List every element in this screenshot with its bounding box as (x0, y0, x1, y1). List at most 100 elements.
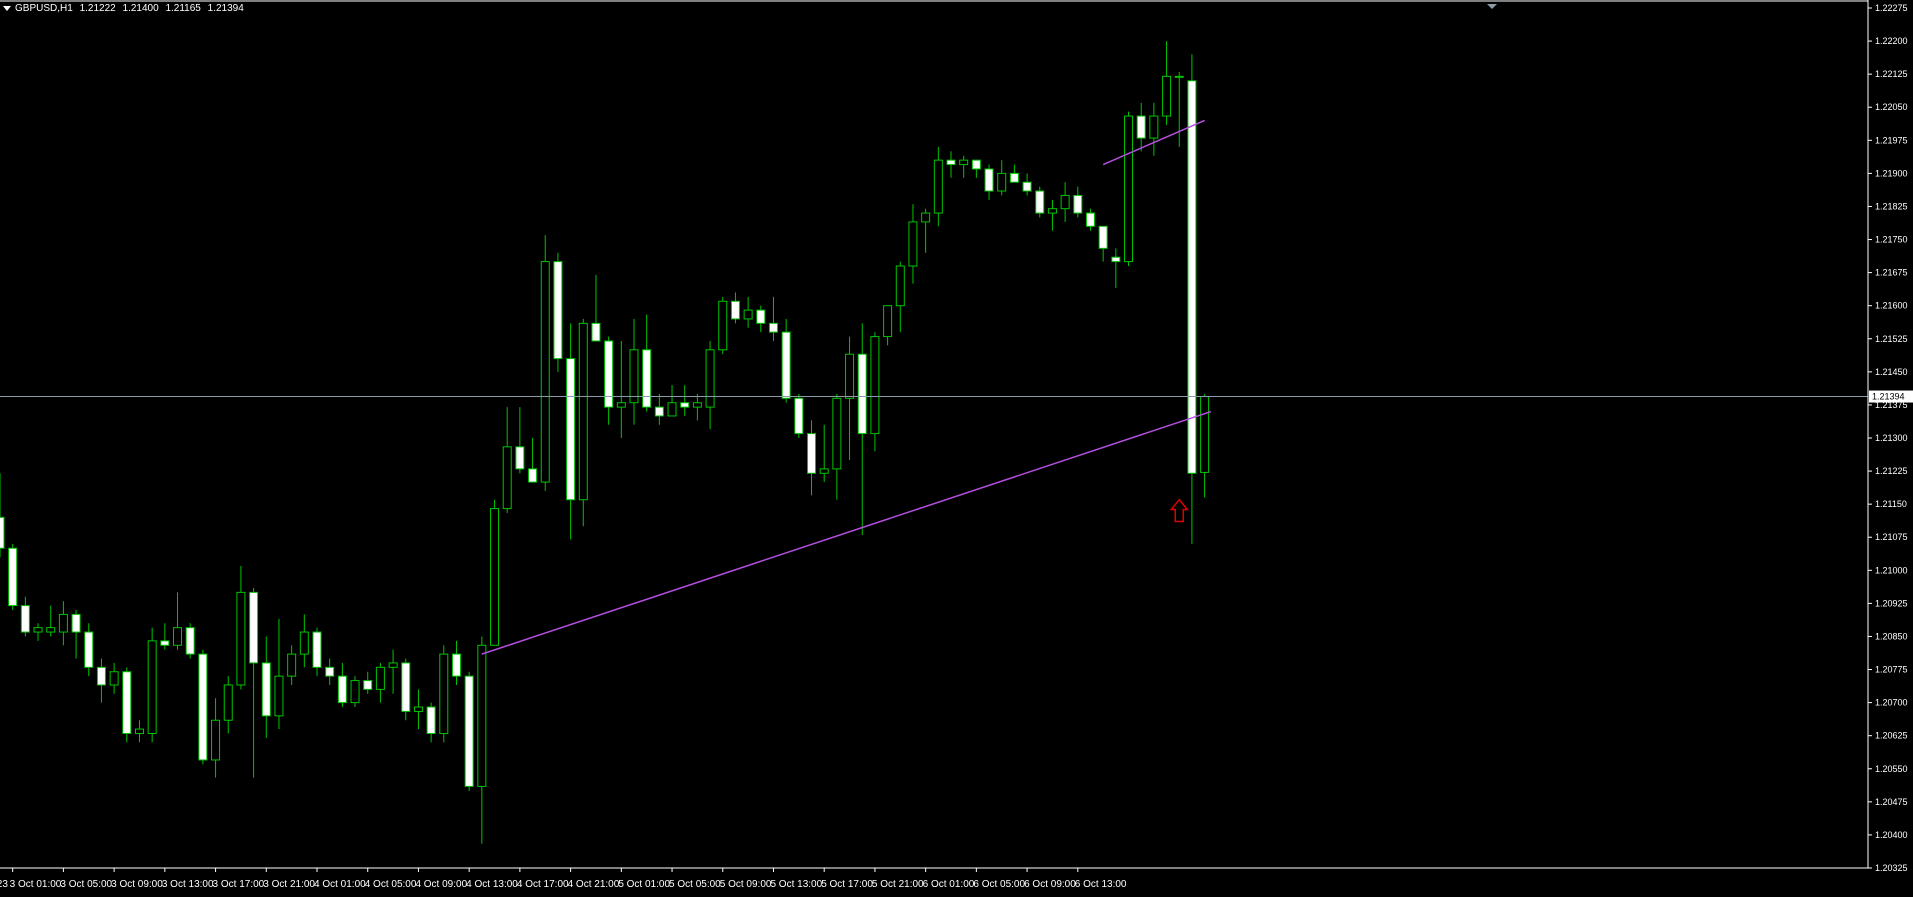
candle-body (0, 516, 5, 549)
candle (768, 296, 778, 341)
trendline[interactable] (481, 410, 1212, 655)
candle-body (667, 402, 677, 417)
candle-body (173, 627, 183, 646)
candle-body (515, 446, 525, 470)
candle (959, 155, 969, 178)
candle-body (274, 675, 284, 717)
time-tick-label: 5 Oct 17:00 (821, 879, 873, 890)
candle-body (198, 653, 208, 761)
candle-body (84, 631, 94, 668)
candle (629, 318, 639, 425)
candle-body (46, 627, 56, 633)
candle-body (540, 261, 550, 483)
price-tick-label: 1.21675 (1875, 268, 1908, 278)
price-tick-label: 1.22200 (1875, 36, 1908, 46)
shift-marker-icon[interactable] (1487, 4, 1497, 9)
candle-body (1111, 256, 1121, 263)
candle (1022, 173, 1032, 196)
candle-body (566, 358, 576, 501)
price-tick-label: 1.20700 (1875, 698, 1908, 708)
candle-body (883, 305, 893, 338)
up-arrow-icon[interactable] (1169, 498, 1189, 523)
time-tick-label: 3 Oct 21:00 (263, 879, 315, 890)
candle-body (413, 706, 423, 712)
candle-body (857, 353, 867, 435)
time-tick-label: 6 Oct 09:00 (1024, 879, 1076, 890)
candle-body (464, 675, 474, 787)
candle (325, 658, 335, 685)
candle-body (401, 662, 411, 712)
candle-body (185, 627, 195, 655)
candle (211, 698, 221, 778)
candles-layer (0, 41, 1210, 844)
candle (1098, 225, 1108, 262)
candle-body (654, 406, 664, 417)
candle (363, 671, 373, 694)
price-tick-label: 1.20550 (1875, 764, 1908, 774)
candle (84, 623, 94, 677)
candle-body (20, 605, 30, 633)
time-tick-label: 6 Oct 13:00 (1075, 879, 1127, 890)
candle (490, 499, 500, 646)
candle-body (337, 675, 347, 704)
candle-body (921, 212, 931, 223)
time-tick-label: 5 Oct 01:00 (618, 879, 670, 890)
candle (604, 336, 614, 425)
time-tick-label: 2 Oct 2023 (0, 879, 8, 890)
symbol-label: GBPUSD,H1 (15, 3, 73, 14)
time-tick-label: 5 Oct 05:00 (669, 879, 721, 890)
candle (0, 473, 5, 558)
candle-body (629, 349, 639, 404)
candle-body (1022, 181, 1032, 192)
candle-body (299, 631, 309, 655)
ohlc-low: 1.21165 (165, 3, 201, 14)
candle (540, 235, 550, 491)
price-tick-label: 1.20925 (1875, 598, 1908, 608)
candle (933, 146, 943, 227)
candle (807, 420, 817, 496)
price-tick-label: 1.20775 (1875, 665, 1908, 675)
candle-body (528, 468, 538, 483)
candle (8, 543, 18, 610)
price-tick-label: 1.21750 (1875, 235, 1908, 245)
candle (616, 340, 626, 438)
price-chart[interactable]: 1.22275 1.22200 1.22125 1.22050 1.21975 1.219… (0, 0, 1913, 897)
candle (705, 340, 715, 430)
candle (908, 204, 918, 284)
candle-body (908, 221, 918, 267)
candle (680, 385, 690, 416)
candle-body (350, 680, 360, 704)
candle-body (211, 719, 221, 761)
candle (350, 676, 360, 708)
candle-body (1098, 225, 1108, 249)
price-axis[interactable]: 1.22275 1.22200 1.22125 1.22050 1.21975 1.219… (0, 0, 1913, 873)
time-tick-label: 5 Oct 09:00 (720, 879, 772, 890)
candle (1111, 248, 1121, 289)
candle-body (743, 309, 753, 320)
time-tick-label: 4 Oct 17:00 (517, 879, 569, 890)
price-tick-label: 1.20400 (1875, 830, 1908, 840)
candle (502, 407, 512, 513)
price-tick-label: 1.22125 (1875, 69, 1908, 79)
price-tick-label: 1.20850 (1875, 631, 1908, 641)
price-tick-label: 1.21225 (1875, 466, 1908, 476)
candle (160, 623, 170, 650)
candle-body (680, 402, 690, 408)
time-tick-label: 3 Oct 13:00 (162, 879, 214, 890)
candle-body (236, 591, 246, 686)
candle (1085, 208, 1095, 231)
candle-body (578, 322, 588, 501)
candle (312, 627, 322, 677)
candle-body (477, 644, 487, 787)
candle (147, 627, 157, 743)
time-tick-label: 5 Oct 21:00 (872, 879, 924, 890)
time-axis[interactable]: 2 Oct 20233 Oct 01:003 Oct 05:003 Oct 09… (0, 867, 1868, 890)
candle-body (8, 547, 18, 607)
chart-header[interactable]: GBPUSD,H1 1.21222 1.21400 1.21165 1.2139… (3, 3, 248, 14)
time-tick-label: 6 Oct 01:00 (923, 879, 975, 890)
chevron-down-icon[interactable] (3, 5, 11, 11)
current-price-label: 1.21394 (1872, 392, 1905, 402)
candle-body (287, 653, 297, 677)
candle (528, 438, 538, 483)
candle-body (502, 446, 512, 510)
